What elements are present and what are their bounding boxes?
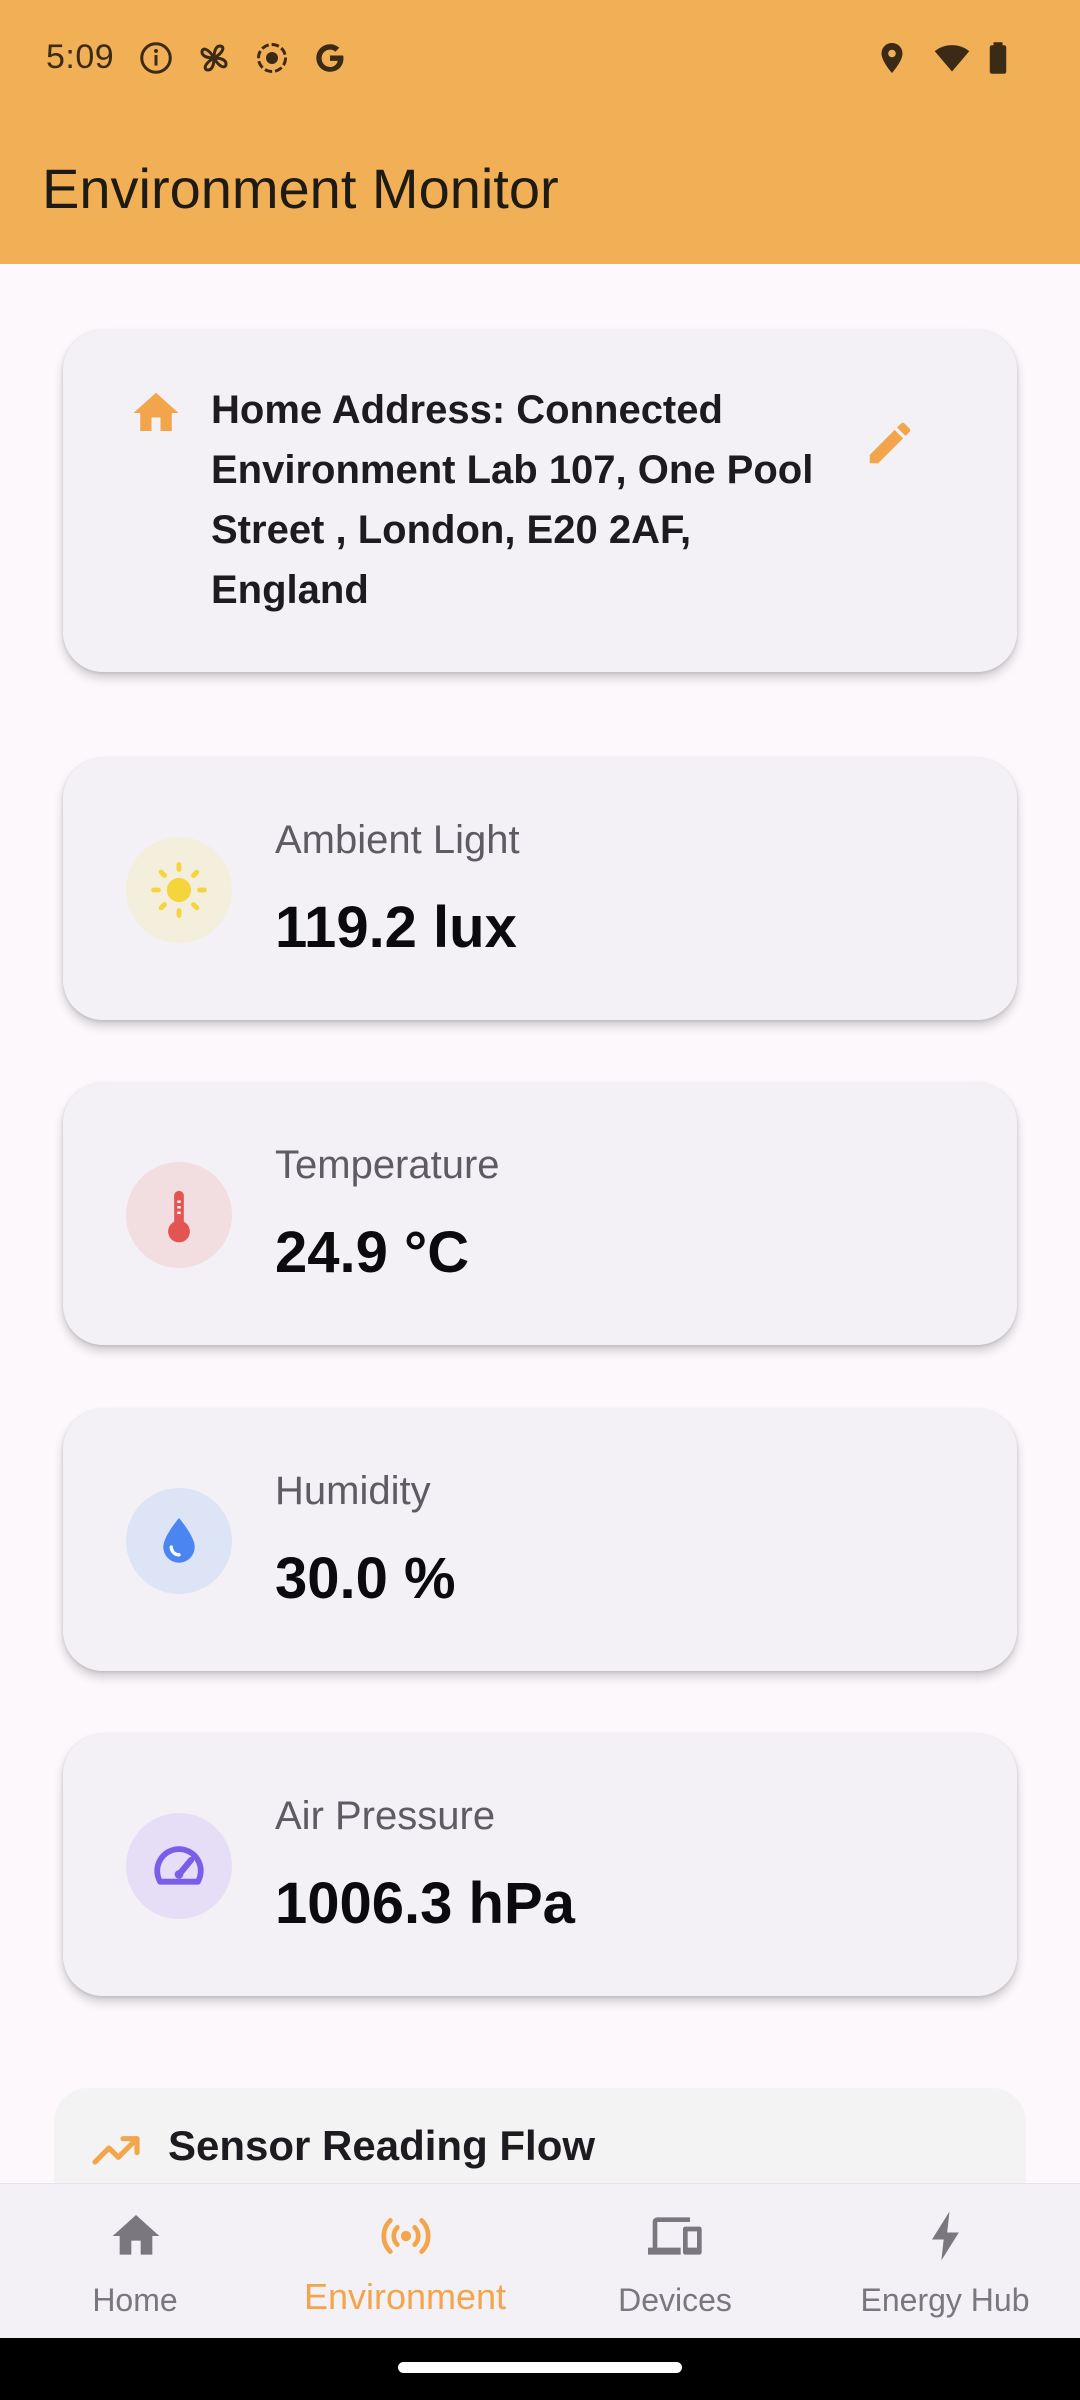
- nav-item-environment[interactable]: Environment: [270, 2184, 540, 2339]
- humidity-card[interactable]: Humidity 30.0 %: [63, 1409, 1017, 1671]
- fan-icon: [200, 44, 228, 72]
- nav-item-home[interactable]: Home: [0, 2184, 270, 2339]
- gesture-handle[interactable]: [398, 2362, 682, 2373]
- speedometer-icon: [154, 1846, 204, 1885]
- page-title: Environment Monitor: [42, 157, 559, 220]
- home-icon: [133, 392, 179, 431]
- sensor-label: Temperature: [275, 1143, 500, 1187]
- water-drop-icon: [163, 1518, 195, 1563]
- status-time: 5:09: [46, 38, 115, 76]
- sensor-value: 30.0 %: [275, 1546, 456, 1611]
- devices-icon: [648, 2217, 702, 2255]
- sensor-label: Humidity: [275, 1469, 431, 1513]
- air-pressure-icon-badge: [126, 1813, 232, 1919]
- ambient-light-card[interactable]: Ambient Light 119.2 lux: [63, 758, 1017, 1020]
- nav-label: Environment: [303, 2276, 507, 2317]
- sensor-value: 1006.3 hPa: [275, 1871, 575, 1936]
- home-address-card: Home Address: Connected Environment Lab …: [63, 330, 1017, 672]
- home-address-text: Home Address: Connected Environment Lab …: [211, 388, 814, 612]
- nav-label: Home: [92, 2282, 178, 2318]
- home-icon: [112, 2215, 160, 2255]
- nav-item-devices[interactable]: Devices: [540, 2184, 810, 2339]
- screen: 5:09 Environment Monitor Home Address: C…: [0, 0, 1080, 2400]
- trending-up-icon: [92, 2136, 140, 2165]
- sensor-label: Air Pressure: [275, 1794, 496, 1838]
- google-icon: [316, 44, 344, 72]
- wifi-icon: [934, 45, 970, 72]
- app-header: 5:09 Environment Monitor: [0, 0, 1080, 264]
- sensor-value: 119.2 lux: [275, 895, 517, 960]
- info-icon: [140, 42, 172, 74]
- status-bar: 5:09: [0, 0, 1080, 120]
- section-title: Sensor Reading Flow: [168, 2122, 596, 2169]
- pencil-icon[interactable]: [863, 416, 917, 470]
- battery-icon: [989, 42, 1007, 74]
- air-pressure-card[interactable]: Air Pressure 1006.3 hPa: [63, 1734, 1017, 1996]
- lightning-icon: [932, 2211, 959, 2261]
- temperature-card[interactable]: Temperature 24.9 °C: [63, 1083, 1017, 1345]
- humidity-icon-badge: [126, 1488, 232, 1594]
- location-icon: [881, 43, 903, 73]
- temperature-icon-badge: [126, 1162, 232, 1268]
- bottom-navigation: Home Environment Devices Energy Hub: [0, 2183, 1080, 2338]
- nav-label: Energy Hub: [860, 2282, 1030, 2318]
- broadcast-icon: [381, 2218, 431, 2254]
- system-gesture-bar: [0, 2338, 1080, 2400]
- record-icon: [257, 43, 287, 73]
- nav-item-energy-hub[interactable]: Energy Hub: [810, 2184, 1080, 2339]
- sensor-label: Ambient Light: [275, 818, 520, 862]
- thermometer-icon: [168, 1190, 190, 1243]
- sun-icon: [151, 862, 207, 918]
- sensor-value: 24.9 °C: [275, 1220, 470, 1285]
- nav-label: Devices: [618, 2282, 732, 2318]
- ambient-light-icon-badge: [126, 837, 232, 943]
